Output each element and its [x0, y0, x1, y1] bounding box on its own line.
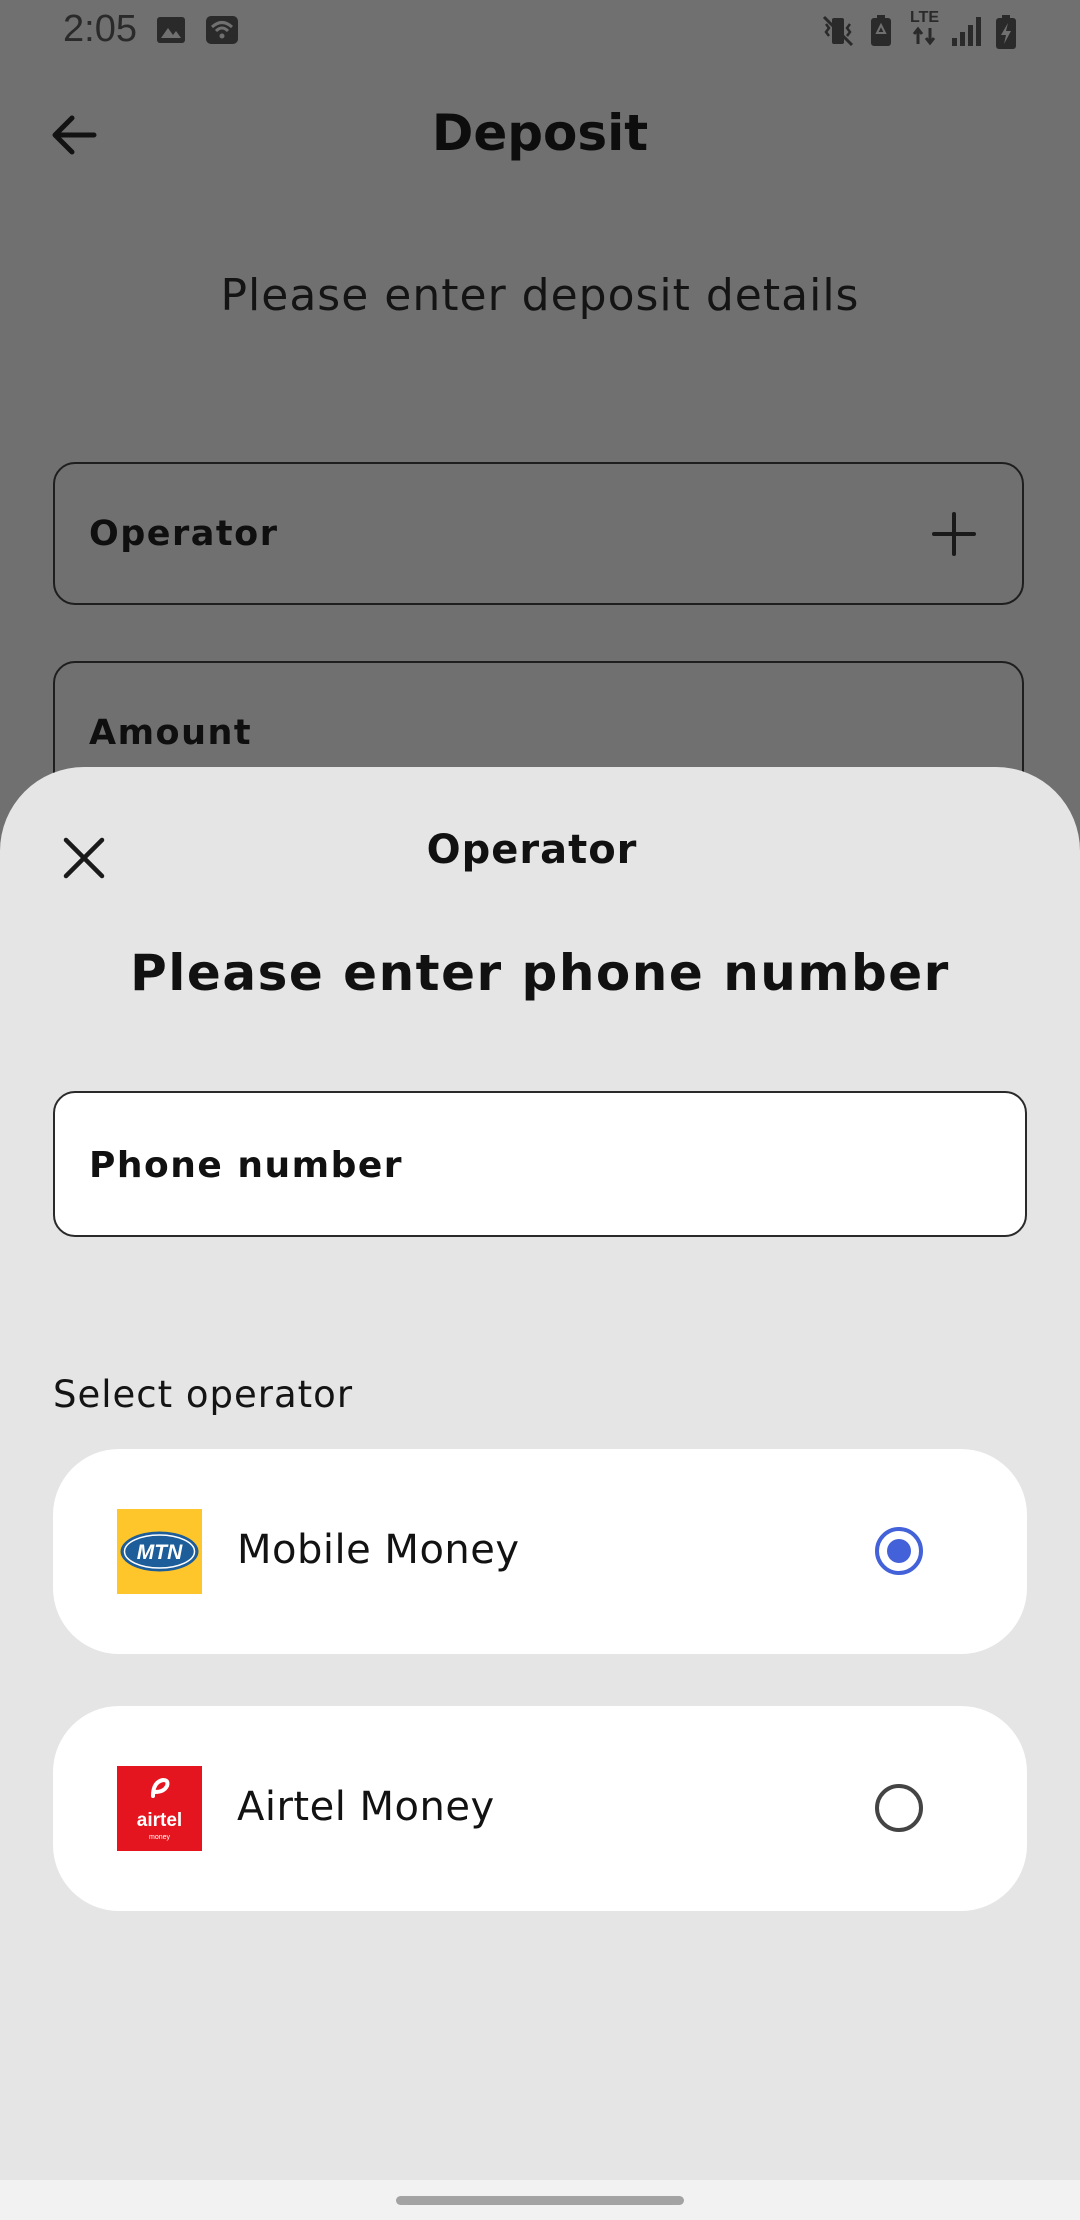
lte-icon: LTE — [910, 10, 944, 50]
amount-field-label: Amount — [89, 713, 253, 753]
operator-field[interactable]: Operator — [53, 462, 1024, 605]
page-subtitle: Please enter deposit details — [220, 270, 860, 321]
wifi-calling-icon — [206, 16, 238, 44]
data-arrows-icon — [912, 26, 936, 46]
lte-label: LTE — [910, 9, 940, 26]
operator-name-mtn: Mobile Money — [237, 1527, 520, 1573]
sheet-title: Operator — [426, 827, 638, 873]
radio-airtel-unselected[interactable] — [875, 1784, 923, 1832]
image-icon — [157, 17, 185, 43]
battery-saver-icon — [871, 15, 891, 46]
airtel-logo-subtext: money — [149, 1834, 171, 1841]
operator-option-mtn[interactable]: MTN Mobile Money — [53, 1449, 1027, 1654]
gesture-nav-bar — [0, 2180, 1080, 2220]
signal-icon — [952, 17, 981, 46]
operator-name-airtel: Airtel Money — [237, 1784, 495, 1830]
phone-number-input[interactable] — [87, 1093, 971, 1237]
vibrate-mute-icon — [822, 15, 854, 47]
mtn-logo: MTN — [117, 1509, 202, 1594]
page-title: Deposit — [431, 104, 649, 162]
phone-number-field[interactable] — [53, 1091, 1027, 1237]
home-indicator[interactable] — [396, 2196, 684, 2205]
operator-field-label: Operator — [89, 514, 279, 554]
operator-option-airtel[interactable]: airtel money Airtel Money — [53, 1706, 1027, 1911]
plus-icon[interactable] — [926, 506, 982, 562]
airtel-logo: airtel money — [117, 1766, 202, 1851]
select-operator-label: Select operator — [53, 1373, 354, 1416]
sheet-heading: Please enter phone number — [130, 944, 950, 1002]
status-time: 2:05 — [63, 8, 137, 50]
operator-bottom-sheet: Operator Please enter phone number Selec… — [0, 767, 1080, 2180]
battery-charging-icon — [996, 15, 1016, 49]
radio-mtn-selected[interactable] — [875, 1527, 923, 1575]
airtel-logo-text: airtel — [137, 1810, 182, 1831]
mtn-logo-text: MTN — [137, 1541, 183, 1564]
status-bar: 2:05 LTE — [0, 0, 1080, 64]
